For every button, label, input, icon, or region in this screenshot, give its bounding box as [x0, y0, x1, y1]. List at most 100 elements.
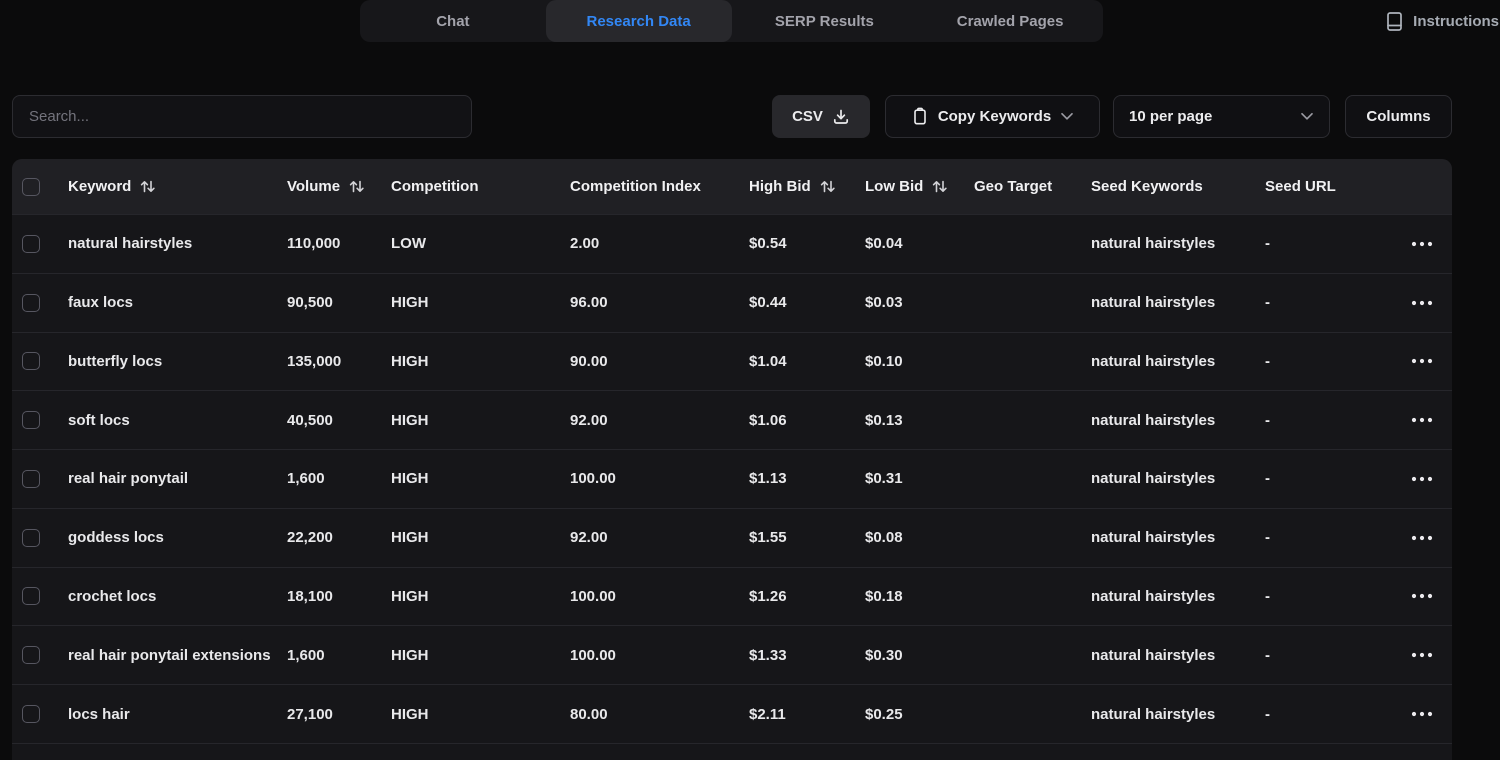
- copy-keywords-button[interactable]: Copy Keywords: [885, 95, 1100, 138]
- column-header-label: Keyword: [68, 178, 131, 195]
- csv-export-button[interactable]: CSV: [772, 95, 870, 138]
- cell-keyword: natural hairstyles: [52, 235, 271, 252]
- ellipsis-icon: [1411, 241, 1433, 247]
- table-row: butterfly locs 135,000 HIGH 90.00 $1.04 …: [12, 332, 1452, 391]
- ellipsis-icon: [1411, 300, 1433, 306]
- cell-seed-url: -: [1249, 529, 1391, 546]
- more-actions-button[interactable]: [1407, 413, 1437, 427]
- cell-competition: HIGH: [375, 294, 554, 311]
- column-header-label: Geo Target: [974, 178, 1052, 195]
- column-header-competition: Competition: [375, 178, 554, 195]
- cell-high-bid: $1.04: [733, 353, 849, 370]
- row-checkbox[interactable]: [22, 470, 40, 488]
- more-actions-button[interactable]: [1407, 354, 1437, 368]
- cell-volume: 1,600: [271, 470, 375, 487]
- cell-keyword: soft locs: [52, 412, 271, 429]
- table-row: goddess locs 22,200 HIGH 92.00 $1.55 $0.…: [12, 508, 1452, 567]
- more-actions-button[interactable]: [1407, 472, 1437, 486]
- row-checkbox-cell: [12, 235, 52, 253]
- cell-seed-url: -: [1249, 353, 1391, 370]
- cell-high-bid: $0.54: [733, 235, 849, 252]
- cell-volume: 27,100: [271, 706, 375, 723]
- table-body: natural hairstyles 110,000 LOW 2.00 $0.5…: [12, 214, 1452, 743]
- tab-serp-results[interactable]: SERP Results: [732, 0, 918, 42]
- row-checkbox[interactable]: [22, 411, 40, 429]
- row-checkbox[interactable]: [22, 587, 40, 605]
- cell-high-bid: $2.11: [733, 706, 849, 723]
- cell-seed-keywords: natural hairstyles: [1075, 412, 1249, 429]
- more-actions-button[interactable]: [1407, 237, 1437, 251]
- cell-volume: 135,000: [271, 353, 375, 370]
- more-actions-button[interactable]: [1407, 296, 1437, 310]
- cell-seed-keywords: natural hairstyles: [1075, 294, 1249, 311]
- select-all-checkbox[interactable]: [22, 178, 40, 196]
- cell-competition-index: 100.00: [554, 647, 733, 664]
- row-actions-cell: [1391, 354, 1452, 368]
- row-checkbox[interactable]: [22, 235, 40, 253]
- row-actions-cell: [1391, 237, 1452, 251]
- cell-seed-url: -: [1249, 294, 1391, 311]
- book-icon: [1385, 11, 1404, 32]
- cell-competition: LOW: [375, 235, 554, 252]
- search-input[interactable]: [12, 95, 472, 138]
- per-page-select[interactable]: 10 per page: [1113, 95, 1330, 138]
- row-actions-cell: [1391, 648, 1452, 662]
- row-actions-cell: [1391, 531, 1452, 545]
- ellipsis-icon: [1411, 593, 1433, 599]
- columns-button[interactable]: Columns: [1345, 95, 1452, 138]
- row-checkbox[interactable]: [22, 294, 40, 312]
- cell-competition: HIGH: [375, 706, 554, 723]
- cell-competition-index: 92.00: [554, 529, 733, 546]
- column-header-geo-target: Geo Target: [958, 178, 1075, 195]
- chevron-down-icon: [1300, 112, 1314, 121]
- cell-low-bid: $0.03: [849, 294, 958, 311]
- sort-icon: [931, 179, 948, 194]
- table-header-row: Keyword Volume Competition Competition I…: [12, 159, 1452, 214]
- row-actions-cell: [1391, 296, 1452, 310]
- cell-seed-url: -: [1249, 235, 1391, 252]
- table-toolbar: CSV Copy Keywords 10 per page: [772, 95, 1452, 138]
- cell-keyword: butterfly locs: [52, 353, 271, 370]
- row-checkbox[interactable]: [22, 646, 40, 664]
- cell-seed-keywords: natural hairstyles: [1075, 470, 1249, 487]
- row-actions-cell: [1391, 413, 1452, 427]
- cell-volume: 90,500: [271, 294, 375, 311]
- cell-competition: HIGH: [375, 470, 554, 487]
- row-checkbox-cell: [12, 646, 52, 664]
- cell-high-bid: $1.06: [733, 412, 849, 429]
- sort-icon: [139, 179, 156, 194]
- column-header-volume[interactable]: Volume: [271, 178, 375, 195]
- tab-chat[interactable]: Chat: [360, 0, 546, 42]
- column-header-seed-keywords: Seed Keywords: [1075, 178, 1249, 195]
- more-actions-button[interactable]: [1407, 707, 1437, 721]
- cell-competition: HIGH: [375, 353, 554, 370]
- cell-low-bid: $0.13: [849, 412, 958, 429]
- row-checkbox[interactable]: [22, 705, 40, 723]
- cell-competition-index: 100.00: [554, 588, 733, 605]
- row-checkbox[interactable]: [22, 352, 40, 370]
- more-actions-button[interactable]: [1407, 648, 1437, 662]
- cell-volume: 1,600: [271, 647, 375, 664]
- cell-competition: HIGH: [375, 412, 554, 429]
- row-checkbox-cell: [12, 587, 52, 605]
- tab-crawled-pages[interactable]: Crawled Pages: [917, 0, 1103, 42]
- column-header-label: Volume: [287, 178, 340, 195]
- ellipsis-icon: [1411, 535, 1433, 541]
- instructions-button[interactable]: Instructions: [1385, 0, 1500, 42]
- cell-competition: HIGH: [375, 647, 554, 664]
- ellipsis-icon: [1411, 417, 1433, 423]
- cell-seed-keywords: natural hairstyles: [1075, 235, 1249, 252]
- row-checkbox[interactable]: [22, 529, 40, 547]
- more-actions-button[interactable]: [1407, 531, 1437, 545]
- tab-research-data[interactable]: Research Data: [546, 0, 732, 42]
- column-header-high-bid[interactable]: High Bid: [733, 178, 849, 195]
- cell-seed-url: -: [1249, 470, 1391, 487]
- column-header-keyword[interactable]: Keyword: [52, 178, 271, 195]
- column-header-label: Competition: [391, 178, 479, 195]
- cell-low-bid: $0.31: [849, 470, 958, 487]
- column-header-low-bid[interactable]: Low Bid: [849, 178, 958, 195]
- keywords-table: Keyword Volume Competition Competition I…: [12, 159, 1452, 760]
- header-checkbox-cell: [12, 178, 52, 196]
- row-checkbox-cell: [12, 529, 52, 547]
- more-actions-button[interactable]: [1407, 589, 1437, 603]
